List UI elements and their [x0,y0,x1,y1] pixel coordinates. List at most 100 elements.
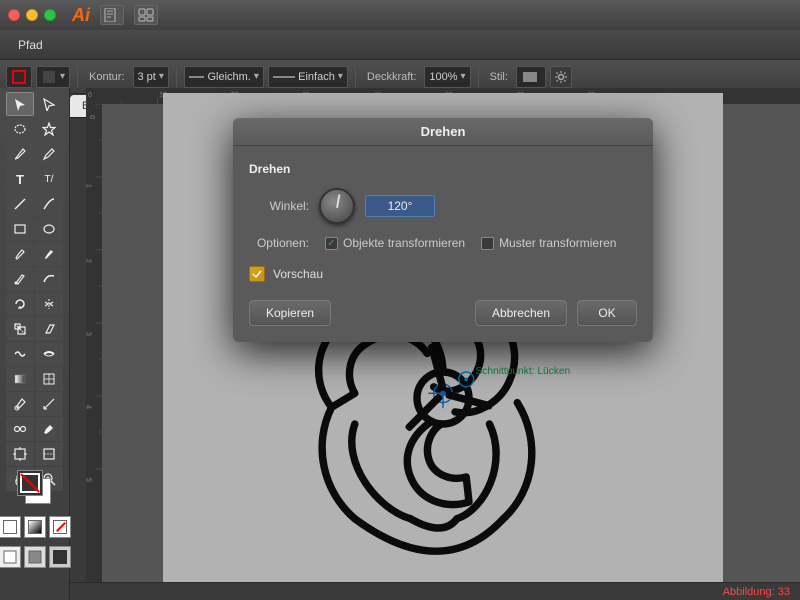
tool-lasso[interactable] [6,117,34,141]
tool-row-6 [6,217,63,241]
titlebar: Ai [0,0,800,30]
sep1 [77,66,78,88]
sep4 [478,66,479,88]
dialog-section: Drehen [249,162,637,176]
fill-color-box[interactable]: ▾ [36,66,70,88]
tool-row-15 [6,442,63,466]
tool-blob-brush[interactable] [35,242,63,266]
tool-pen[interactable] [6,142,34,166]
dialog-titlebar: Drehen [233,118,653,146]
doc-icon[interactable] [100,5,124,25]
ok-button[interactable]: OK [577,300,637,326]
preview-row: Vorschau [249,266,637,282]
option2-label: Muster transformieren [499,236,616,250]
tool-reflect[interactable] [35,292,63,316]
tool-direct-select[interactable] [35,92,63,116]
tool-row-9 [6,292,63,316]
preview-checkbox[interactable] [249,266,265,282]
tool-paintbrush[interactable] [6,242,34,266]
tool-live-paint[interactable] [35,417,63,441]
tool-artboard[interactable] [6,442,34,466]
toolbox: T T/ [0,88,70,600]
kontur-label: Kontur: [85,71,128,83]
tool-width[interactable] [35,342,63,366]
tool-measure[interactable] [35,392,63,416]
dialog: Drehen Drehen Winkel: Optionen: ✓ Objekt… [233,118,653,342]
tool-row-5 [6,192,63,216]
stroke-color-box[interactable] [6,66,32,88]
stroke-type1-box[interactable]: Gleichm. ▾ [184,66,264,88]
tool-arrow[interactable] [6,92,34,116]
tool-row-11 [6,342,63,366]
tool-rotate[interactable] [6,292,34,316]
tool-mesh[interactable] [35,367,63,391]
color-section [0,470,71,568]
angle-input[interactable] [365,195,435,217]
dialog-title: Drehen [421,124,466,139]
opacity-value-box[interactable]: 100% ▾ [424,66,470,88]
statusbar: Abbildung: 33 [70,582,800,600]
angle-row: Winkel: [249,188,637,224]
stroke-color[interactable] [17,470,43,496]
tool-shear[interactable] [35,317,63,341]
tool-scale[interactable] [6,317,34,341]
app-icon: Ai [72,5,90,26]
tool-row-2 [6,117,63,141]
tool-type-path[interactable]: T/ [35,167,63,191]
screen-mode-preview[interactable] [24,546,46,568]
tool-line[interactable] [6,192,34,216]
minimize-button[interactable] [26,9,38,21]
cancel-button[interactable]: Abbrechen [475,300,567,326]
option2-checkbox[interactable] [481,237,494,250]
screen-mode-full[interactable] [49,546,71,568]
angle-label: Winkel: [249,199,309,213]
maximize-button[interactable] [44,9,56,21]
tool-row-1 [6,92,63,116]
tool-gradient[interactable] [6,367,34,391]
tool-slice[interactable] [35,442,63,466]
tool-warp[interactable] [6,342,34,366]
tool-pencil-edit[interactable] [35,142,63,166]
tool-ellipse[interactable] [35,217,63,241]
fill-icon[interactable] [0,516,21,538]
tool-magic-wand[interactable] [35,117,63,141]
option1-checkbox-item[interactable]: ✓ Objekte transformieren [325,236,465,250]
tool-type[interactable]: T [6,167,34,191]
settings-button[interactable] [550,66,572,88]
option2-checkbox-item[interactable]: Muster transformieren [481,236,616,250]
sep2 [176,66,177,88]
screen-mode-normal[interactable] [0,546,21,568]
tool-row-4: T T/ [6,167,63,191]
tool-row-13 [6,392,63,416]
color-squares[interactable] [17,470,53,506]
sep3 [355,66,356,88]
tool-eyedropper[interactable] [6,392,34,416]
tool-row-7 [6,242,63,266]
copy-button[interactable]: Kopieren [249,300,331,326]
stroke-value-box[interactable]: 3 pt ▾ [133,66,169,88]
figure-label: Abbildung: 33 [723,586,790,598]
tool-arc[interactable] [35,192,63,216]
close-button[interactable] [8,9,20,21]
tool-row-8 [6,267,63,291]
tool-row-3 [6,142,63,166]
menu-pfad[interactable]: Pfad [8,34,53,56]
option1-checkbox[interactable]: ✓ [325,237,338,250]
options-label: Optionen: [249,236,309,250]
opacity-label: Deckkraft: [363,71,421,83]
tool-rect[interactable] [6,217,34,241]
tool-smooth[interactable] [35,267,63,291]
gradient-icon[interactable] [24,516,46,538]
stroke-type2-box[interactable]: Einfach ▾ [268,66,348,88]
tool-pencil[interactable] [6,267,34,291]
angle-dial[interactable] [319,188,355,224]
options-row: Optionen: ✓ Objekte transformieren Muste… [249,236,637,250]
option1-label: Objekte transformieren [343,236,465,250]
menubar: Pfad [0,30,800,60]
tool-blend[interactable] [6,417,34,441]
dial-indicator [336,194,340,208]
dialog-buttons: Kopieren Abbrechen OK [249,300,637,326]
no-fill-icon[interactable] [49,516,71,538]
style-box[interactable] [516,66,546,88]
arrange-icon[interactable] [134,5,158,25]
